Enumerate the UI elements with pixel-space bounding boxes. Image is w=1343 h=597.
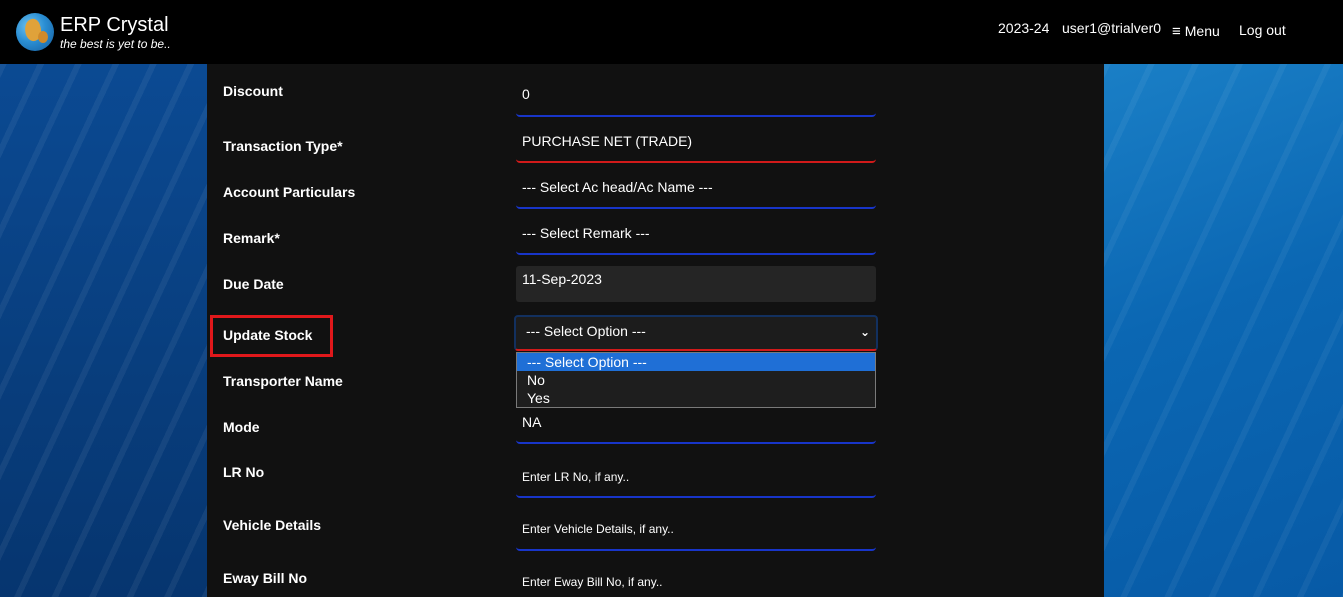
eway-bill-no-input[interactable]: Enter Eway Bill No, if any.. — [516, 566, 876, 597]
vehicle-details-label: Vehicle Details — [223, 517, 322, 533]
transaction-type-select[interactable]: PURCHASE NET (TRADE) — [516, 130, 876, 163]
lr-no-input[interactable]: Enter LR No, if any.. — [516, 460, 876, 498]
vehicle-details-input[interactable]: Enter Vehicle Details, if any.. — [516, 513, 876, 551]
menu-button[interactable]: ≡ Menu — [1172, 22, 1220, 41]
eway-bill-no-label: Eway Bill No — [223, 570, 308, 586]
brand-title[interactable]: ERP Crystal — [60, 13, 169, 37]
dropdown-option-no[interactable]: No — [517, 371, 875, 389]
dropdown-option-yes[interactable]: Yes — [517, 389, 875, 407]
transaction-type-label: Transaction Type* — [223, 138, 343, 154]
due-date-input[interactable]: 11-Sep-2023 — [516, 266, 876, 302]
mode-select[interactable]: NA — [516, 408, 876, 444]
brand-tagline: the best is yet to be.. — [60, 37, 171, 51]
update-stock-label: Update Stock — [223, 327, 313, 343]
discount-label: Discount — [223, 83, 283, 99]
background-left — [0, 64, 207, 597]
hamburger-icon: ≡ — [1172, 23, 1181, 40]
update-stock-value: --- Select Option --- — [526, 323, 646, 339]
account-particulars-label: Account Particulars — [223, 184, 356, 200]
discount-input[interactable]: 0 — [516, 84, 876, 117]
fiscal-year[interactable]: 2023-24 — [998, 19, 1049, 37]
account-particulars-select[interactable]: --- Select Ac head/Ac Name --- — [516, 176, 876, 209]
chevron-down-icon: ⌄ — [859, 325, 870, 339]
globe-logo-icon[interactable] — [16, 13, 54, 51]
remark-label: Remark* — [223, 230, 280, 246]
remark-select[interactable]: --- Select Remark --- — [516, 222, 876, 255]
background-right — [1104, 64, 1343, 597]
update-stock-select[interactable]: --- Select Option --- ⌄ — [514, 315, 878, 351]
user-name[interactable]: user1@trialver0 — [1062, 19, 1161, 37]
menu-label: Menu — [1184, 23, 1220, 39]
logout-link[interactable]: Log out — [1239, 21, 1286, 39]
mode-label: Mode — [223, 419, 260, 435]
top-navbar: ERP Crystal the best is yet to be.. 2023… — [0, 0, 1343, 64]
dropdown-option-select[interactable]: --- Select Option --- — [517, 353, 875, 371]
update-stock-dropdown-list: --- Select Option --- No Yes — [516, 352, 876, 408]
due-date-label: Due Date — [223, 276, 284, 292]
transporter-name-label: Transporter Name — [223, 373, 343, 389]
lr-no-label: LR No — [223, 464, 265, 480]
